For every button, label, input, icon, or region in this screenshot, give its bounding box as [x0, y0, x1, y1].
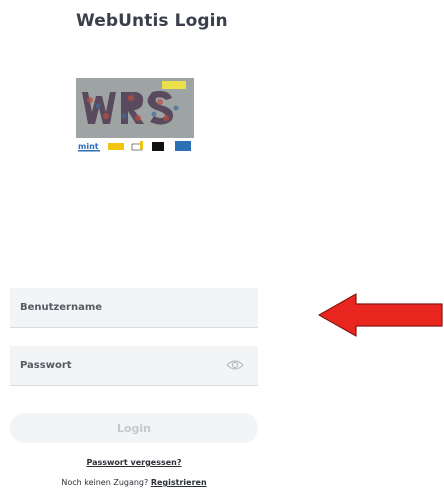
register-link[interactable]: Registrieren — [151, 478, 207, 487]
username-field[interactable] — [10, 288, 258, 328]
register-prompt: Noch keinen Zugang? Registrieren — [10, 478, 258, 487]
school-logo-image: mint — [76, 78, 194, 154]
username-input[interactable] — [10, 288, 258, 327]
forgot-password-link[interactable]: Passwort vergessen? — [10, 458, 258, 467]
page-title: WebUntis Login — [76, 11, 228, 31]
left-arrow-icon — [318, 293, 443, 337]
mint-logo-text: mint — [78, 142, 99, 151]
eye-icon[interactable] — [226, 359, 244, 371]
login-button[interactable]: Login — [10, 413, 258, 443]
login-page: WebUntis Login mint Benutzername Login P… — [0, 0, 444, 495]
no-access-text: Noch keinen Zugang? — [61, 478, 149, 487]
password-input[interactable] — [10, 346, 258, 385]
password-field[interactable] — [10, 346, 258, 386]
